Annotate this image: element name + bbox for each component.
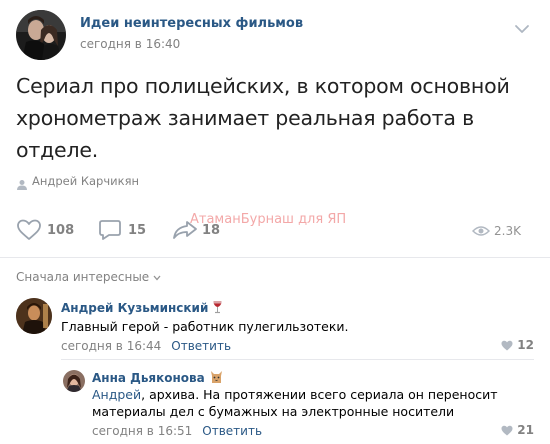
reply-button[interactable]: Ответить bbox=[171, 339, 231, 353]
comments-sort[interactable]: Сначала интересные bbox=[16, 270, 161, 284]
group-name[interactable]: Идеи неинтересных фильмов bbox=[80, 16, 303, 31]
post-text: Сериал про полицейских, в котором основн… bbox=[16, 74, 510, 162]
cat-icon bbox=[209, 370, 224, 387]
comment-time[interactable]: сегодня в 16:51 bbox=[92, 424, 192, 438]
commenter-avatar[interactable] bbox=[63, 370, 85, 392]
sort-label: Сначала интересные bbox=[16, 270, 150, 284]
comment-meta: сегодня в 16:51 Ответить bbox=[92, 424, 262, 438]
reply-button[interactable]: Ответить bbox=[202, 424, 262, 438]
views-count: 2.3K bbox=[494, 224, 521, 238]
eye-icon bbox=[472, 226, 490, 236]
post-actions: 108 15 18 2.3K bbox=[16, 216, 534, 246]
comment-like-count: 21 bbox=[517, 423, 534, 437]
heart-icon bbox=[501, 425, 513, 436]
comment-like-count: 12 bbox=[517, 338, 534, 352]
post-header: Идеи неинтересных фильмов сегодня в 16:4… bbox=[16, 10, 536, 60]
comment-body: , архива. На протяжении всего сериала он… bbox=[92, 387, 498, 419]
reply-mention[interactable]: Андрей bbox=[92, 387, 141, 402]
comment-text: Андрей, архива. На протяжении всего сери… bbox=[92, 386, 517, 420]
share-count: 18 bbox=[202, 223, 221, 238]
user-icon bbox=[16, 176, 28, 190]
like-button[interactable]: 108 bbox=[16, 216, 76, 246]
share-icon bbox=[173, 221, 197, 239]
comment-icon bbox=[99, 220, 121, 240]
wine-glass-icon bbox=[212, 300, 223, 317]
comment-divider bbox=[61, 359, 534, 360]
like-count: 108 bbox=[47, 223, 75, 238]
comment-meta: сегодня в 16:44 Ответить bbox=[61, 339, 231, 353]
author-name[interactable]: Андрей Карчикян bbox=[32, 174, 139, 188]
comment-reply: Анна Дьяконова Андрей, архива. На протяж… bbox=[61, 366, 534, 442]
comment-text: Главный герой - работник пулегильзотеки. bbox=[61, 319, 349, 334]
heart-icon bbox=[501, 340, 513, 351]
views-counter: 2.3K bbox=[464, 216, 534, 246]
chevron-down-icon bbox=[153, 275, 161, 280]
commenter-name[interactable]: Андрей Кузьминский bbox=[61, 300, 223, 317]
comment-count: 15 bbox=[128, 223, 147, 238]
group-avatar[interactable] bbox=[16, 10, 66, 60]
post-time[interactable]: сегодня в 16:40 bbox=[80, 37, 180, 51]
share-button[interactable]: 18 bbox=[172, 216, 228, 246]
commenter-name[interactable]: Анна Дьяконова bbox=[92, 370, 224, 387]
comment-like-button[interactable]: 21 bbox=[501, 423, 534, 437]
comment-like-button[interactable]: 12 bbox=[501, 338, 534, 352]
divider bbox=[0, 257, 550, 258]
heart-icon bbox=[17, 219, 41, 240]
comment-button[interactable]: 15 bbox=[98, 216, 154, 246]
chevron-down-icon[interactable] bbox=[514, 20, 530, 33]
comment: Андрей Кузьминский Главный герой - работ… bbox=[16, 298, 534, 358]
commenter-avatar[interactable] bbox=[16, 298, 52, 334]
comment-time[interactable]: сегодня в 16:44 bbox=[61, 339, 161, 353]
